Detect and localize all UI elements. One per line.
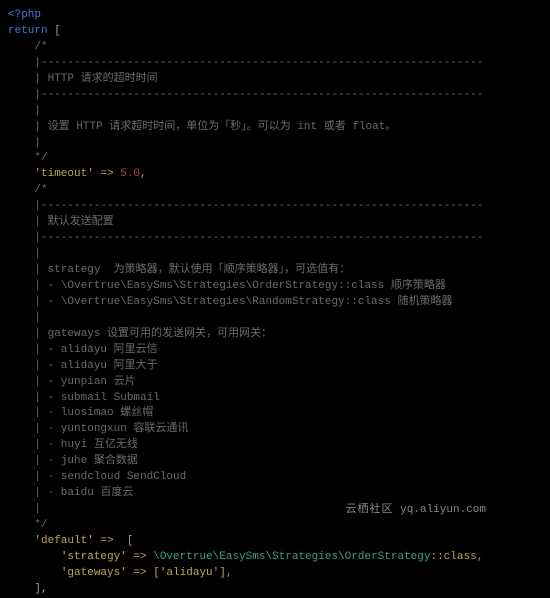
key-timeout: 'timeout': [34, 168, 93, 180]
watermark: 云栖社区 yq.aliyun.com: [342, 502, 490, 520]
php-open-tag: <?php: [8, 9, 41, 21]
key-strategy: 'strategy': [61, 551, 127, 563]
key-gateways: 'gateways': [61, 567, 127, 579]
return-kw: return: [8, 25, 48, 37]
key-default: 'default': [34, 535, 93, 547]
comment-default-title: | 默认发送配置: [8, 216, 114, 228]
comment-gateways: | gateways 设置可用的发送网关，可用网关：: [8, 328, 272, 340]
comment-http-desc: | 设置 HTTP 请求超时时间，单位为「秒」。可以为 int 或者 float…: [8, 121, 396, 133]
comment-strategy: | strategy 为策略器，默认使用「顺序策略器」，可选值有：: [8, 264, 350, 276]
comment-http-title: | HTTP 请求的超时时间: [8, 73, 158, 85]
val-gateways: ['alidayu']: [153, 567, 226, 579]
val-strategy-ns: \Overtrue\EasySms\Strategies\OrderStrate…: [153, 551, 430, 563]
val-timeout: 5.0: [120, 168, 140, 180]
